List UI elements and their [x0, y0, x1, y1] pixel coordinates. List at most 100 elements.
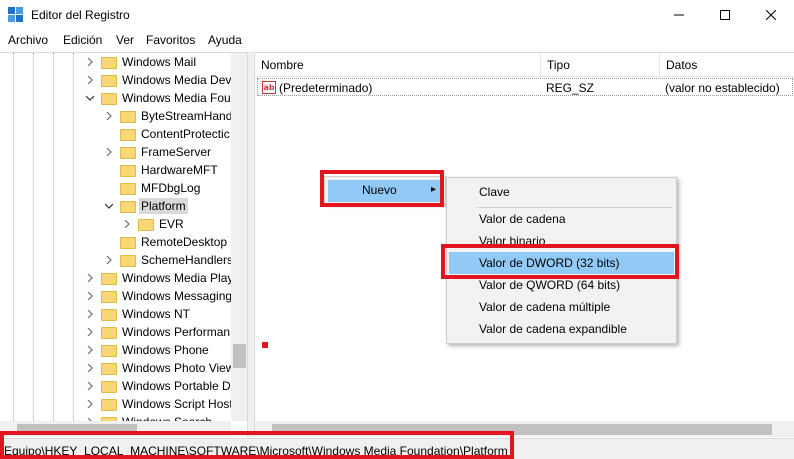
folder-icon	[120, 164, 136, 177]
chevron-right-icon[interactable]	[104, 111, 114, 121]
chevron-right-icon[interactable]	[122, 219, 132, 229]
tree-item[interactable]: Platform	[104, 197, 188, 215]
registry-tree[interactable]: Windows Mail Windows Media Dev Windows Med…	[0, 52, 248, 437]
folder-icon	[101, 56, 117, 69]
menu-item-label: Clave	[479, 185, 510, 199]
tree-item-label: Windows Mail	[122, 55, 197, 69]
menu-item-valor-cadena[interactable]: Valor de cadena	[449, 208, 674, 230]
tree-item-label: Platform	[139, 198, 188, 214]
tree-item-label: ByteStreamHand	[141, 109, 233, 123]
tree-item[interactable]: Windows Performan	[85, 323, 232, 341]
tree-item-label: SchemeHandlers	[141, 253, 234, 267]
chevron-right-icon[interactable]	[104, 255, 114, 265]
menu-item-label: Valor de cadena múltiple	[479, 300, 611, 314]
tree-item[interactable]: MFDbgLog	[104, 179, 202, 197]
chevron-right-icon[interactable]	[85, 75, 95, 85]
chevron-right-icon[interactable]	[85, 399, 95, 409]
chevron-right-icon[interactable]	[85, 327, 95, 337]
chevron-right-icon[interactable]	[85, 291, 95, 301]
folder-icon	[101, 362, 117, 375]
menu-edicion[interactable]: Edición	[63, 33, 102, 47]
folder-icon	[101, 74, 117, 87]
folder-icon	[120, 200, 136, 213]
menu-favoritos[interactable]: Favoritos	[146, 33, 195, 47]
tree-item[interactable]: RemoteDesktop	[104, 233, 229, 251]
tree-item-label: Windows Media Fou	[122, 91, 231, 105]
menu-item-valor-cadena-expandible[interactable]: Valor de cadena expandible	[449, 318, 674, 340]
string-value-icon: ab	[262, 81, 276, 94]
tree-item-label: Windows Portable D	[122, 379, 231, 393]
tree-item-label: Windows Performan	[122, 325, 231, 339]
chevron-right-icon[interactable]	[85, 57, 95, 67]
column-divider[interactable]	[659, 53, 660, 77]
chevron-right-icon[interactable]	[104, 147, 114, 157]
title-bar: Editor del Registro	[0, 0, 794, 30]
tree-item-label: Windows NT	[122, 307, 191, 321]
tree-item[interactable]: Windows Mail	[85, 53, 198, 71]
menu-ayuda[interactable]: Ayuda	[208, 33, 242, 47]
column-nombre[interactable]: Nombre	[261, 58, 304, 72]
folder-icon	[120, 128, 136, 141]
chevron-right-icon[interactable]	[85, 363, 95, 373]
minimize-icon[interactable]	[656, 0, 702, 30]
tree-item[interactable]: Windows Photo View	[85, 359, 237, 377]
annotation-dot	[262, 342, 268, 348]
list-row[interactable]: ab (Predeterminado) REG_SZ (valor no est…	[257, 78, 793, 96]
tree-item[interactable]: Windows Script Host	[85, 395, 235, 413]
tree-item[interactable]: ByteStreamHand	[104, 107, 234, 125]
tree-item[interactable]: Windows NT	[85, 305, 192, 323]
tree-guide	[33, 53, 34, 423]
column-divider[interactable]	[540, 53, 541, 77]
folder-icon	[101, 380, 117, 393]
regedit-icon	[8, 7, 24, 23]
tree-item-label: Windows Phone	[122, 343, 209, 357]
menu-ver[interactable]: Ver	[116, 33, 134, 47]
tree-item-label: Windows Media Dev	[122, 73, 232, 87]
folder-icon	[120, 236, 136, 249]
tree-item[interactable]: Windows Phone	[85, 341, 211, 359]
tree-item[interactable]: FrameServer	[104, 143, 213, 161]
folder-icon	[101, 290, 117, 303]
tree-item[interactable]: Windows Media Dev	[85, 71, 233, 89]
tree-guide	[73, 53, 74, 423]
folder-icon	[101, 326, 117, 339]
chevron-right-icon[interactable]	[85, 345, 95, 355]
tree-item[interactable]: HardwareMFT	[104, 161, 220, 179]
tree-item[interactable]: EVR	[122, 215, 186, 233]
tree-item-label: RemoteDesktop	[141, 235, 228, 249]
tree-guide	[13, 53, 14, 423]
tree-item-label: Windows Messaging	[122, 289, 233, 303]
chevron-right-icon[interactable]	[85, 381, 95, 391]
menu-item-label: Valor de QWORD (64 bits)	[479, 278, 621, 292]
tree-item-label: Windows Photo View	[122, 361, 235, 375]
tree-item-label: Windows Script Host	[122, 397, 233, 411]
column-tipo[interactable]: Tipo	[547, 58, 570, 72]
tree-item[interactable]: Windows Media Fou	[85, 89, 233, 107]
tree-item[interactable]: Windows Portable D	[85, 377, 233, 395]
chevron-right-icon[interactable]	[85, 309, 95, 319]
value-name: (Predeterminado)	[279, 81, 373, 95]
highlight-box-path	[0, 431, 514, 459]
tree-item[interactable]: SchemeHandlers	[104, 251, 235, 269]
tree-item[interactable]: Windows Media Play	[85, 269, 235, 287]
column-datos[interactable]: Datos	[666, 58, 697, 72]
value-type: REG_SZ	[546, 81, 595, 95]
close-icon[interactable]	[748, 0, 794, 30]
tree-scroll-thumb[interactable]	[233, 344, 246, 368]
maximize-icon[interactable]	[702, 0, 748, 30]
tree-item[interactable]: Windows Messaging	[85, 287, 234, 305]
chevron-down-icon[interactable]	[85, 93, 95, 103]
chevron-right-icon[interactable]	[85, 273, 95, 283]
tree-item[interactable]: ContentProtectic	[104, 125, 232, 143]
menu-item-clave[interactable]: Clave	[449, 181, 674, 203]
menu-item-valor-cadena-multiple[interactable]: Valor de cadena múltiple	[449, 296, 674, 318]
highlight-box-nuevo	[320, 170, 444, 207]
menu-archivo[interactable]: Archivo	[8, 33, 48, 47]
chevron-down-icon[interactable]	[104, 201, 114, 211]
folder-icon	[101, 272, 117, 285]
tree-vertical-scrollbar[interactable]	[231, 53, 247, 421]
